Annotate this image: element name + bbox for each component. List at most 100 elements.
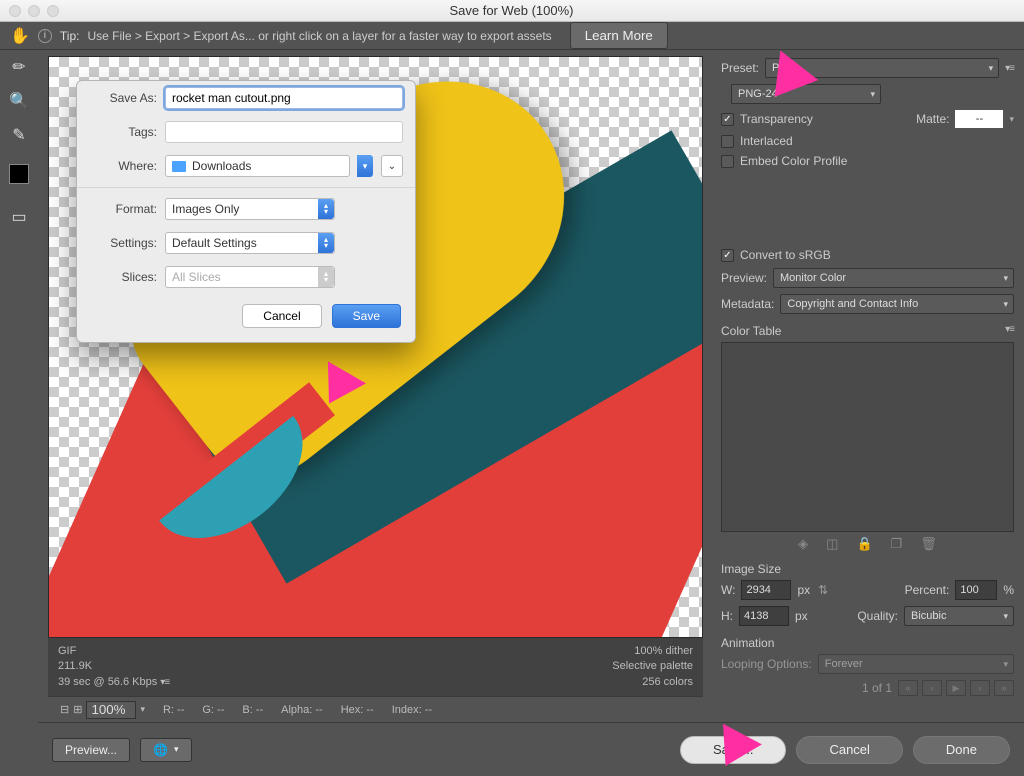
imginfo-palette: Selective palette — [612, 659, 693, 674]
readout-r: R: -- — [163, 704, 184, 716]
zoom-inc-icon[interactable]: ⊞ — [73, 703, 82, 716]
saveas-label: Save As: — [89, 91, 157, 105]
settings-panel: Preset: PNG ▾≡ PNG-24 Transparency Matte… — [709, 50, 1024, 722]
readout-bar: ⊟ ⊞ ▾ R: -- G: -- B: -- Alpha: -- Hex: -… — [48, 696, 703, 722]
hand-icon: ✋ — [10, 26, 30, 46]
slice-visibility-icon[interactable]: ▭ — [8, 206, 30, 228]
animation-header: Animation — [721, 636, 1014, 650]
slice-tool-icon[interactable]: ✏ — [8, 56, 30, 78]
percent-field[interactable] — [955, 580, 997, 600]
ct-icon-1[interactable]: ◈ — [798, 536, 808, 552]
readout-b: B: -- — [242, 704, 263, 716]
zoom-window-icon[interactable] — [47, 5, 59, 17]
tool-rail: ✏ 🔍 ✎ ▭ — [0, 50, 38, 770]
bottom-bar: Preview... 🌐▾ Save... Cancel Done — [38, 722, 1024, 776]
where-select[interactable]: Downloads — [165, 155, 350, 177]
expand-sheet-button[interactable]: ⌄ — [381, 155, 403, 177]
embed-profile-label: Embed Color Profile — [740, 154, 847, 168]
slices-select-sheet: All Slices▴▾ — [165, 266, 335, 288]
readout-alpha: Alpha: -- — [281, 704, 323, 716]
link-icon[interactable]: ⇅ — [818, 583, 828, 597]
image-info-strip: GIF 211.9K 39 sec @ 56.6 Kbps ▾≡ 100% di… — [48, 638, 703, 696]
format-label-sheet: Format: — [89, 202, 157, 216]
where-label: Where: — [89, 159, 157, 173]
lock-icon[interactable]: 🔒 — [856, 536, 872, 552]
matte-select[interactable]: -- — [955, 110, 1003, 128]
window-titlebar: Save for Web (100%) — [0, 0, 1024, 22]
readout-hex: Hex: -- — [341, 704, 374, 716]
interlaced-label: Interlaced — [740, 134, 793, 148]
matte-label: Matte: — [916, 112, 949, 126]
close-window-icon[interactable] — [9, 5, 21, 17]
imginfo-format: GIF — [58, 644, 169, 659]
tip-text: Use File > Export > Export As... or righ… — [87, 29, 551, 43]
transparency-checkbox[interactable] — [721, 113, 734, 126]
minimize-window-icon[interactable] — [28, 5, 40, 17]
zoom-dec-icon[interactable]: ⊟ — [60, 703, 69, 716]
tags-field[interactable] — [165, 121, 403, 143]
preview-button[interactable]: Preview... — [52, 738, 130, 762]
preset-menu-icon[interactable]: ▾≡ — [1005, 63, 1014, 74]
globe-icon: 🌐 — [153, 743, 168, 757]
imginfo-menu-icon[interactable]: ▾≡ — [160, 677, 169, 688]
sheet-save-button[interactable]: Save — [332, 304, 401, 328]
imginfo-time: 39 sec @ 56.6 Kbps — [58, 676, 157, 688]
percent-unit: % — [1003, 583, 1014, 597]
preview-select[interactable]: Monitor Color — [773, 268, 1014, 288]
ct-new-icon[interactable]: ❐ — [891, 536, 903, 552]
where-dd-icon[interactable]: ▾ — [357, 155, 373, 177]
trash-icon[interactable]: 🗑 — [920, 536, 937, 552]
browser-preview-button[interactable]: 🌐▾ — [140, 738, 191, 762]
metadata-label: Metadata: — [721, 297, 774, 311]
quality-select[interactable]: Bicubic — [904, 606, 1014, 626]
anim-last-icon: » — [994, 680, 1014, 696]
saveas-field[interactable] — [165, 87, 403, 109]
preset-label: Preset: — [721, 61, 759, 75]
convert-srgb-checkbox[interactable] — [721, 249, 734, 262]
window-title: Save for Web (100%) — [59, 3, 964, 18]
save-sheet: Save As: Tags: Where: Downloads ▾ ⌄ Form… — [76, 80, 416, 343]
eyedropper-tool-icon[interactable]: ✎ — [8, 124, 30, 146]
frame-indicator: 1 of 1 — [862, 681, 892, 695]
looping-label: Looping Options: — [721, 657, 812, 671]
zoom-dd-icon[interactable]: ▾ — [140, 704, 145, 715]
preview-label: Preview: — [721, 271, 767, 285]
tags-label: Tags: — [89, 125, 157, 139]
colortable-menu-icon[interactable]: ▾≡ — [1005, 324, 1014, 335]
where-value: Downloads — [192, 159, 251, 173]
settings-select-sheet[interactable]: Default Settings▴▾ — [165, 232, 335, 254]
colortable-header: Color Table — [721, 324, 781, 338]
width-label: W: — [721, 583, 735, 597]
slices-label-sheet: Slices: — [89, 270, 157, 284]
anim-first-icon: « — [898, 680, 918, 696]
folder-icon — [172, 161, 186, 172]
cancel-button[interactable]: Cancel — [796, 736, 902, 764]
imginfo-size: 211.9K — [58, 659, 169, 674]
interlaced-checkbox[interactable] — [721, 135, 734, 148]
metadata-select[interactable]: Copyright and Contact Info — [780, 294, 1014, 314]
color-table[interactable] — [721, 342, 1014, 532]
sheet-cancel-button[interactable]: Cancel — [242, 304, 321, 328]
transparency-label: Transparency — [740, 112, 813, 126]
done-button[interactable]: Done — [913, 736, 1010, 764]
imginfo-dither: 100% dither — [612, 644, 693, 659]
width-unit: px — [797, 583, 810, 597]
readout-index: Index: -- — [392, 704, 432, 716]
looping-select: Forever — [818, 654, 1014, 674]
foreground-swatch[interactable] — [9, 164, 29, 184]
width-field[interactable] — [741, 580, 791, 600]
convert-srgb-label: Convert to sRGB — [740, 248, 831, 262]
tip-bar: ✋ i Tip: Use File > Export > Export As..… — [0, 22, 1024, 50]
anim-prev-icon: ‹ — [922, 680, 942, 696]
info-icon: i — [38, 29, 52, 43]
embed-profile-checkbox[interactable] — [721, 155, 734, 168]
zoom-field[interactable] — [86, 701, 136, 719]
height-field[interactable] — [739, 606, 789, 626]
format-select-sheet[interactable]: Images Only▴▾ — [165, 198, 335, 220]
learn-more-button[interactable]: Learn More — [570, 22, 668, 49]
zoom-tool-icon[interactable]: 🔍 — [8, 90, 30, 112]
height-label: H: — [721, 609, 733, 623]
matte-dd-icon[interactable]: ▾ — [1009, 114, 1014, 125]
ct-icon-2[interactable]: ◫ — [826, 536, 838, 552]
quality-label: Quality: — [857, 609, 898, 623]
